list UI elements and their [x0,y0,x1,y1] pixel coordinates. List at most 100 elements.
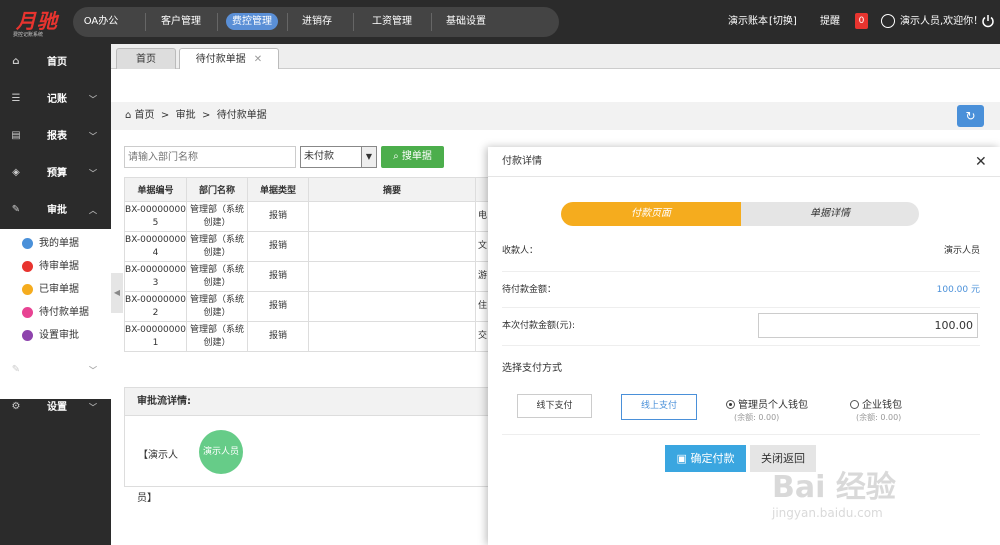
logo[interactable]: 月驰 费控记账系统 [10,5,70,39]
power-icon[interactable] [981,14,995,28]
wallet-personal-label: 管理员个人钱包 [738,400,808,411]
topnav-settings[interactable]: 基础设置 [431,7,501,37]
tab-document-detail[interactable]: 单据详情 [741,202,919,226]
chevron-down-icon: ﹀ [89,95,97,104]
topnav-inventory[interactable]: 进销存 [287,7,347,37]
chevron-down-icon: ﹀ [89,132,97,141]
wallet-personal-radio[interactable]: 管理员个人钱包 [726,396,808,411]
breadcrumb-home[interactable]: 首页 [135,110,155,121]
confirm-payment-button[interactable]: ▣ 确定付款 [665,445,746,472]
payee-label: 收款人： [502,246,539,256]
sidebar-item-report[interactable]: ▤ 报表 ﹀ [0,118,111,155]
department-search-input[interactable] [124,146,296,168]
smile-icon [22,284,33,295]
ledger-icon: ☰ [11,93,21,104]
topnav-customer[interactable]: 客户管理 [145,7,217,37]
offline-pay-button[interactable]: 线下支付 [517,394,592,418]
pay-amount-input[interactable]: 100.00 [758,313,978,338]
top-bar: 月驰 费控记账系统 OA办公 客户管理 费控管理 进销存 工资管理 基础设置 演… [0,0,1000,44]
table-header-row: 单据编号 部门名称 单据类型 摘要 [124,177,490,202]
submenu-my-docs[interactable]: 我的单据 [0,232,111,255]
switch-account-link[interactable]: [切换] [769,0,797,44]
sidebar-item-label: 设置 [47,402,67,413]
save-icon: ▣ [676,452,687,465]
wallet-company-radio[interactable]: 企业钱包 [850,396,902,411]
table-row[interactable]: BX-00000000 3 管理部（系统 创建） 报销 游 [124,261,490,292]
payment-status-select[interactable]: 未付款 ▼ [300,146,377,168]
flow-title: 审批流详情: [125,388,493,416]
modal-header: 付款详情 ✕ [488,147,1000,177]
status-select-value: 未付款 [304,151,334,162]
breadcrumb-approval[interactable]: 审批 [176,110,196,121]
doc-memo [308,291,476,322]
dept-name: 管理部（系统 [189,294,244,305]
refresh-icon: ↻ [965,109,976,123]
submenu-pending-review[interactable]: 待审单据 [0,255,111,278]
tab-home[interactable]: 首页 [116,48,176,69]
submenu-approval-settings[interactable]: 设置审批 [0,324,111,347]
wallet-personal-balance: (余额: 0.00) [734,413,780,422]
chevron-down-icon: ﹀ [89,366,97,375]
topnav-salary[interactable]: 工资管理 [353,7,431,37]
documents-table: 单据编号 部门名称 单据类型 摘要 BX-00000000 5 管理部（系统 创建）… [124,177,490,352]
column-header: 摘要 [308,177,476,202]
chevron-down-icon: ﹀ [89,403,97,412]
doc-id: BX-00000000 [125,264,186,275]
close-icon[interactable]: ✕ [975,147,987,177]
account-name: 演示账本 [728,16,768,27]
close-icon[interactable]: ✕ [254,54,262,65]
sidebar-item-label: 分析 [47,365,67,376]
doc-memo [308,261,476,292]
flow-node-label: 【演示人 [138,450,178,461]
tab-pending-payment[interactable]: 待付款单据 ✕ [179,48,279,69]
doc-id: 4 [152,247,159,258]
table-row[interactable]: BX-00000000 1 管理部（系统 创建） 报销 交 [124,321,490,352]
table-row[interactable]: BX-00000000 4 管理部（系统 创建） 报销 文 [124,231,490,262]
column-header: 单据编号 [124,177,187,202]
due-amount-label: 待付款金额： [502,285,557,295]
topnav-expense[interactable]: 费控管理 [217,7,287,37]
sidebar-collapse-handle[interactable]: ◀ [111,273,123,313]
sidebar: ⌂ 首页 ☰ 记账 ﹀ ▤ 报表 ﹀ ◈ 预算 ﹀ ✎ 审批 ︿ 我的单据 待审… [0,44,111,545]
search-documents-button[interactable]: ⌕ 搜单据 [381,146,444,168]
sidebar-item-budget[interactable]: ◈ 预算 ﹀ [0,155,111,192]
dept-name: 管理部（系统 [189,264,244,275]
wallet-company-label: 企业钱包 [862,400,902,411]
table-row[interactable]: BX-00000000 2 管理部（系统 创建） 报销 住 [124,291,490,322]
sidebar-item-home[interactable]: ⌂ 首页 [0,44,111,81]
tab-payment-page[interactable]: 付款页面 [561,202,741,226]
sidebar-item-approval[interactable]: ✎ 审批 ︿ [0,192,111,229]
doc-type: 报销 [247,291,309,322]
refresh-button[interactable]: ↻ [957,105,984,127]
doc-id: BX-00000000 [125,294,186,305]
sidebar-item-ledger[interactable]: ☰ 记账 ﹀ [0,81,111,118]
chevron-up-icon: ︿ [89,206,97,215]
modal-title: 付款详情 [502,156,542,167]
breadcrumb-current: 待付款单据 [216,110,267,121]
column-header: 单据类型 [247,177,309,202]
online-pay-button[interactable]: 线上支付 [621,394,697,420]
approval-flow-panel: 审批流详情: 【演示人 演示人员 [124,387,494,487]
dept-name: 创建） [203,247,231,258]
welcome-text: 演示人员,欢迎你！ [900,16,984,27]
submenu-reviewed[interactable]: 已审单据 [0,278,111,301]
watermark-text: Bai 经验 [772,470,896,505]
radio-checked-icon [726,400,735,409]
sidebar-item-settings[interactable]: ⚙ 设置 ﹀ [0,389,111,426]
gear-icon: ⚙ [11,401,21,412]
remind-link[interactable]: 提醒 [820,0,840,44]
sidebar-item-analysis[interactable]: ✎ 分析 ﹀ [0,352,111,389]
doc-id: 3 [152,277,159,288]
pay-amount-label: 本次付款金额(元): [502,321,576,331]
doc-id: 5 [152,217,159,228]
submenu-label: 待审单据 [39,261,79,272]
chevron-left-icon: ◀ [113,288,121,297]
table-row[interactable]: BX-00000000 5 管理部（系统 创建） 报销 电 [124,201,490,232]
submenu-pending-payment[interactable]: 待付款单据 [0,301,111,324]
doc-id: 1 [152,337,159,348]
logo-name: 月驰 [16,9,58,33]
divider [502,434,980,435]
topnav-oa[interactable]: OA办公 [73,7,129,37]
edit-icon: ✎ [11,204,21,215]
dept-name: 管理部（系统 [189,234,244,245]
